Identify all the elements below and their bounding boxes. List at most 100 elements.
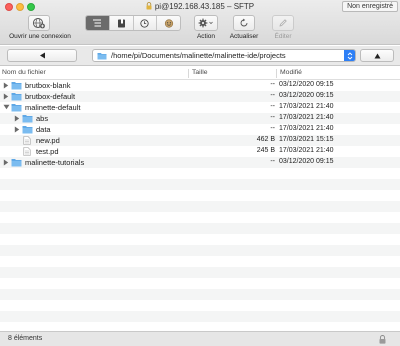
- triangle-left-icon: [39, 52, 45, 59]
- edit-label: Éditer: [274, 33, 292, 40]
- disclosure-triangle-expanded-icon[interactable]: [3, 104, 10, 110]
- unregistered-button[interactable]: Non enregistré: [342, 1, 398, 12]
- file-modified: 17/03/2021 21:40: [279, 103, 334, 110]
- file-name: abs: [36, 114, 49, 123]
- file-name: brutbox-default: [25, 92, 76, 101]
- open-connection-label: Ouvrir une connexion: [9, 33, 71, 40]
- empty-row: [0, 179, 400, 190]
- lock-icon[interactable]: [379, 335, 386, 344]
- triangle-up-icon: [374, 53, 380, 58]
- action-label: Action: [196, 33, 216, 40]
- parent-folder-button[interactable]: [360, 49, 394, 62]
- window-title-text: pi@192.168.43.185 – SFTP: [154, 2, 255, 11]
- empty-row: [0, 212, 400, 223]
- document-icon: [23, 147, 31, 156]
- folder-icon: [11, 93, 22, 101]
- folder-icon: [22, 126, 33, 134]
- refresh-label: Actualiser: [229, 33, 259, 40]
- status-bar: 8 éléments: [0, 331, 400, 346]
- bonjour-icon: [164, 18, 173, 28]
- folder-icon: [22, 115, 33, 123]
- browser-view-tab[interactable]: [86, 16, 110, 30]
- list-view-icon: [93, 19, 102, 27]
- empty-row: [0, 256, 400, 267]
- file-name: new.pd: [36, 136, 60, 145]
- file-name: malinette-tutorials: [25, 158, 85, 167]
- window-title: pi@192.168.43.185 – SFTP: [0, 2, 400, 11]
- empty-row: [0, 168, 400, 179]
- empty-row: [0, 267, 400, 278]
- file-modified: 17/03/2021 21:40: [279, 114, 334, 121]
- back-button[interactable]: [7, 49, 77, 62]
- file-row[interactable]: malinette-default -- 17/03/2021 21:40: [0, 102, 400, 113]
- file-size: --: [270, 92, 275, 99]
- folder-icon: [11, 104, 22, 112]
- pencil-icon: [279, 19, 287, 27]
- file-row[interactable]: new.pd 462 B 17/03/2021 15:15: [0, 135, 400, 146]
- bookmarks-tab[interactable]: [110, 16, 134, 30]
- document-icon: [23, 136, 31, 145]
- globe-plus-icon: [32, 17, 45, 29]
- item-count: 8 éléments: [8, 335, 43, 342]
- file-size: --: [270, 125, 275, 132]
- empty-row: [0, 245, 400, 256]
- file-modified: 03/12/2020 09:15: [279, 81, 334, 88]
- empty-row: [0, 223, 400, 234]
- lock-icon: [146, 2, 152, 10]
- file-list: brutbox-blank -- 03/12/2020 09:15 brutbo…: [0, 80, 400, 328]
- empty-row: [0, 234, 400, 245]
- empty-row: [0, 300, 400, 311]
- edit-button[interactable]: [272, 15, 294, 31]
- path-selector[interactable]: /home/pi/Documents/malinette/malinette-i…: [92, 49, 356, 62]
- file-size: 462 B: [256, 136, 275, 143]
- file-row[interactable]: abs -- 17/03/2021 21:40: [0, 113, 400, 124]
- chevron-updown-icon: [347, 51, 352, 60]
- open-connection-button[interactable]: [28, 15, 50, 31]
- column-modified[interactable]: Modifié: [280, 69, 302, 76]
- file-size: --: [270, 114, 275, 121]
- file-name: data: [36, 125, 51, 134]
- file-size: --: [270, 81, 275, 88]
- action-button[interactable]: [194, 15, 218, 31]
- clock-icon: [140, 18, 150, 28]
- file-modified: 03/12/2020 09:15: [279, 158, 334, 165]
- file-name: test.pd: [36, 147, 59, 156]
- file-row[interactable]: test.pd 245 B 17/03/2021 21:40: [0, 146, 400, 157]
- refresh-icon: [240, 18, 248, 27]
- disclosure-triangle-collapsed-icon[interactable]: [3, 93, 9, 100]
- file-name: malinette-default: [25, 103, 81, 112]
- file-size: --: [270, 103, 275, 110]
- folder-icon: [11, 82, 22, 90]
- column-divider: [188, 69, 189, 78]
- file-modified: 17/03/2021 21:40: [279, 125, 334, 132]
- folder-icon: [11, 159, 22, 167]
- window-toolbar: pi@192.168.43.185 – SFTP Non enregistré …: [0, 0, 400, 45]
- refresh-button[interactable]: [233, 15, 255, 31]
- empty-row: [0, 311, 400, 322]
- path-dropdown-button[interactable]: [344, 50, 355, 61]
- file-row[interactable]: brutbox-default -- 03/12/2020 09:15: [0, 91, 400, 102]
- file-modified: 03/12/2020 09:15: [279, 92, 334, 99]
- path-text: /home/pi/Documents/malinette/malinette-i…: [111, 51, 286, 60]
- file-size: 245 B: [256, 147, 275, 154]
- column-name[interactable]: Nom du fichier: [2, 69, 46, 76]
- file-size: --: [270, 158, 275, 165]
- disclosure-triangle-collapsed-icon[interactable]: [3, 159, 9, 166]
- file-row[interactable]: brutbox-blank -- 03/12/2020 09:15: [0, 80, 400, 91]
- disclosure-triangle-collapsed-icon[interactable]: [14, 126, 20, 133]
- empty-row: [0, 190, 400, 201]
- file-modified: 17/03/2021 21:40: [279, 147, 334, 154]
- gear-icon: [198, 18, 213, 28]
- file-row[interactable]: data -- 17/03/2021 21:40: [0, 124, 400, 135]
- file-row[interactable]: malinette-tutorials -- 03/12/2020 09:15: [0, 157, 400, 168]
- file-name: brutbox-blank: [25, 81, 71, 90]
- history-tab[interactable]: [134, 16, 158, 30]
- bonjour-tab[interactable]: [157, 16, 180, 30]
- empty-row: [0, 201, 400, 212]
- book-icon: [117, 19, 125, 27]
- view-segmented-control: [85, 15, 181, 31]
- disclosure-triangle-collapsed-icon[interactable]: [14, 115, 20, 122]
- column-size[interactable]: Taille: [192, 69, 208, 76]
- disclosure-triangle-collapsed-icon[interactable]: [3, 82, 9, 89]
- folder-icon: [97, 52, 107, 59]
